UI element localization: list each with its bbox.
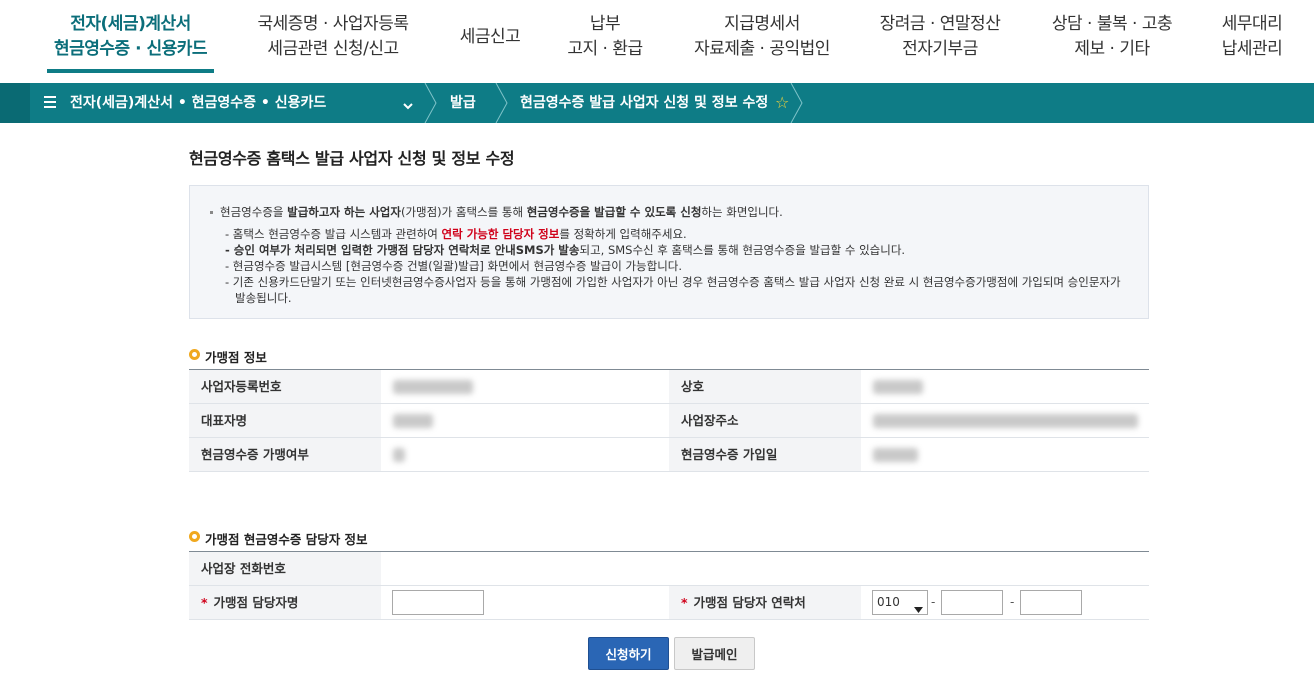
nav-item-line2: 고지 · 환급 [567,39,643,59]
nav-item-certificate[interactable]: 국세증명 · 사업자등록 세금관련 신청/신고 [248,12,418,62]
phone-dash: - [931,595,936,609]
favorite-star-icon[interactable]: ☆ [775,92,789,114]
value-address [861,404,1149,437]
nav-item-line2: 전자기부금 [902,39,978,59]
label-company: 상호 [669,370,861,403]
manager-phone-cell: 010 - - [861,586,1149,619]
top-navigation: 전자(세금)계산서 현금영수증 · 신용카드 국세증명 · 사업자등록 세금관련… [0,0,1314,83]
breadcrumb-separator [790,83,804,123]
nav-item-line2: 세금관련 신청/신고 [267,39,399,59]
notice-line: - 홈택스 현금영수증 발급 시스템과 관련하여 연락 가능한 담당자 정보를 … [208,226,1130,242]
label-address: 사업장주소 [669,404,861,437]
phone-prefix-select[interactable]: 010 [872,590,928,615]
notice-text: 되고, SMS수신 후 홈택스를 통해 현금영수증을 발급할 수 있습니다. [579,243,906,257]
nav-item-line1: 상담 · 불복 · 고충 [1051,14,1173,34]
nav-item-payment[interactable]: 납부 고지 · 환급 [560,12,650,62]
phone-last-input[interactable] [1020,590,1082,615]
label-biz-no: 사업자등록번호 [189,370,381,403]
notice-text: - 홈택스 현금영수증 발급 시스템과 관련하여 [225,227,442,241]
manager-cell [381,586,669,619]
value-phone [381,552,1149,585]
nav-item-tax-report[interactable]: 세금신고 [450,25,530,50]
value-ceo [381,404,669,437]
notice-text-bold: 발급하고자 하는 사업자 [287,205,401,219]
notice-text: 현금영수증을 [220,205,288,219]
nav-item-incentive[interactable]: 장려금 · 연말정산 전자기부금 [870,12,1010,62]
notice-text: 를 정확하게 입력해주세요. [559,227,687,241]
nav-item-statements[interactable]: 지급명세서 자료제출 · 공익법인 [686,12,838,62]
breadcrumb-level2[interactable]: 발급 [450,83,476,123]
label-text: 가맹점 담당자명 [213,595,299,610]
nav-item-line1: 세무대리 [1221,14,1283,34]
nav-item-line1: 지급명세서 [724,14,800,34]
table-row: 대표자명 사업장주소 [189,404,1149,438]
notice-text: 하는 화면입니다. [701,205,783,219]
active-nav-indicator [47,69,214,73]
notice-line: - 현금영수증 발급시스템 [현금영수증 건별(일괄)발급] 화면에서 현금영수… [225,259,683,273]
table-row: 현금영수증 가맹여부 현금영수증 가입일 [189,438,1149,472]
phone-prefix-value: 010 [877,595,900,609]
value-company [861,370,1149,403]
label-manager: * 가맹점 담당자명 [189,586,381,619]
phone-middle-input[interactable] [941,590,1003,615]
required-mark: * [201,595,208,610]
required-mark: * [681,595,688,610]
bullet-icon [189,349,200,360]
notice-text-bold: 현금영수증을 발급할 수 있도록 신청 [526,205,702,219]
value-joined [381,438,669,471]
section-title-text: 가맹점 정보 [205,350,267,365]
issue-main-button[interactable]: 발급메인 [674,637,755,670]
label-manager-phone: * 가맹점 담당자 연락처 [669,586,861,619]
notice-lead: 현금영수증을 발급하고자 하는 사업자(가맹점)가 홈택스를 통해 현금영수증을… [208,204,1130,220]
nav-item-line2: 현금영수증 · 신용카드 [53,39,208,59]
nav-item-line2: 납세관리 [1221,39,1283,59]
table-row: 사업자등록번호 상호 [189,370,1149,404]
merchant-section-title: 가맹점 정보 [189,347,267,366]
nav-item-line2: 자료제출 · 공익법인 [694,39,830,59]
contact-info-table: 사업장 전화번호 * 가맹점 담당자명 * 가맹점 담당자 연락처 010 - - [189,551,1149,620]
table-row: 사업장 전화번호 [189,552,1149,586]
label-text: 가맹점 담당자 연락처 [693,595,806,610]
label-phone: 사업장 전화번호 [189,552,381,585]
notice-line: - 승인 여부가 처리되면 입력한 가맹점 담당자 연락처로 안내SMS가 발송… [208,242,1130,258]
breadcrumb-separator [424,83,438,123]
nav-item-line2: 제보 · 기타 [1074,39,1150,59]
merchant-info-table: 사업자등록번호 상호 대표자명 사업장주소 현금영수증 가맹여부 현금영수증 가… [189,369,1149,472]
nav-item-tax-agent[interactable]: 세무대리 납세관리 [1212,12,1292,62]
breadcrumb-menu[interactable]: 전자(세금)계산서 • 현금영수증 • 신용카드 [70,83,326,123]
page-title: 현금영수증 홈택스 발급 사업자 신청 및 정보 수정 [189,149,515,168]
breadcrumb: 전자(세금)계산서 • 현금영수증 • 신용카드 발급 현금영수증 발급 사업자… [0,83,1314,123]
notice-box: 현금영수증을 발급하고자 하는 사업자(가맹점)가 홈택스를 통해 현금영수증을… [189,185,1149,319]
breadcrumb-level3: 현금영수증 발급 사업자 신청 및 정보 수정 [520,95,769,111]
bullet-icon [189,531,200,542]
notice-text-bold: - 승인 여부가 처리되면 입력한 가맹점 담당자 연락처로 안내SMS가 발송 [225,243,580,257]
manager-name-input[interactable] [392,590,484,615]
notice-line: - 기존 신용카드단말기 또는 인터넷현금영수증사업자 등을 통해 가맹점에 가… [225,275,1121,305]
breadcrumb-separator [495,83,509,123]
chevron-down-icon[interactable] [402,97,414,116]
label-joined: 현금영수증 가맹여부 [189,438,381,471]
contact-section-title: 가맹점 현금영수증 담당자 정보 [189,529,368,548]
label-ceo: 대표자명 [189,404,381,437]
submit-button[interactable]: 신청하기 [588,637,669,670]
section-title-text: 가맹점 현금영수증 담당자 정보 [205,532,368,547]
nav-item-line1: 전자(세금)계산서 [70,14,191,34]
notice-text: (가맹점)가 홈택스를 통해 [400,205,527,219]
nav-item-line1: 세금신고 [459,27,521,47]
nav-item-einvoice[interactable]: 전자(세금)계산서 현금영수증 · 신용카드 [47,12,214,62]
value-biz-no [381,370,669,403]
label-join-date: 현금영수증 가입일 [669,438,861,471]
nav-item-line1: 국세증명 · 사업자등록 [257,14,409,34]
notice-text-highlight: 연락 가능한 담당자 정보 [441,227,560,241]
nav-item-consult[interactable]: 상담 · 불복 · 고충 제보 · 기타 [1042,12,1182,62]
value-join-date [861,438,1149,471]
chevron-down-icon [914,599,923,622]
menu-icon[interactable] [44,96,56,110]
breadcrumb-left-block [0,83,30,123]
nav-item-line1: 납부 [589,14,621,34]
phone-dash: - [1010,595,1015,609]
nav-item-line1: 장려금 · 연말정산 [879,14,1001,34]
table-row: * 가맹점 담당자명 * 가맹점 담당자 연락처 010 - - [189,586,1149,620]
